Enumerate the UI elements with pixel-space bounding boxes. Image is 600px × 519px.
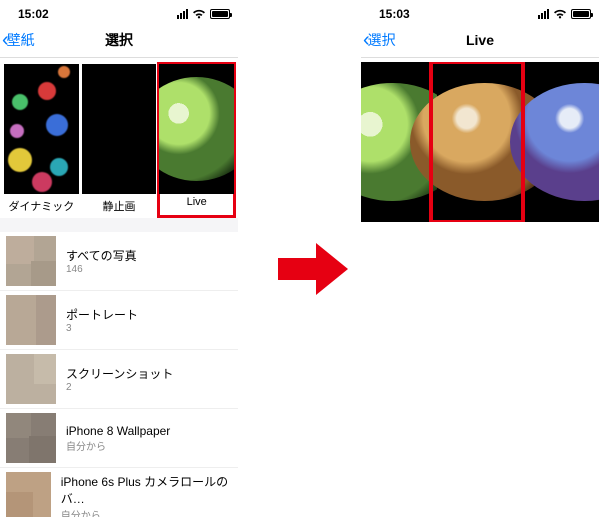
- wallpaper-categories: ダイナミック 静止画 Live: [0, 58, 238, 218]
- arrow-right-icon: [278, 258, 316, 280]
- album-row[interactable]: ポートレート 3: [0, 291, 238, 350]
- category-label: Live: [159, 196, 234, 208]
- thumbnail-live: [159, 64, 234, 194]
- album-count: 146: [66, 264, 137, 275]
- album-thumbnail: [6, 295, 56, 345]
- category-live[interactable]: Live: [159, 64, 234, 216]
- wallpaper-item[interactable]: [537, 68, 599, 216]
- wifi-icon: [553, 9, 567, 19]
- album-thumbnail: [6, 413, 56, 463]
- phone-right: 15:03 ‹ 選択 Live: [361, 2, 599, 517]
- album-row[interactable]: すべての写真 146: [0, 232, 238, 291]
- phone-left: 15:02 ‹ 壁紙 選択 ダイナミック: [0, 2, 238, 517]
- status-bar: 15:02: [0, 2, 238, 22]
- album-count: 2: [66, 382, 173, 393]
- battery-icon: [210, 9, 230, 19]
- thumbnail-dynamic: [4, 64, 79, 194]
- album-name: iPhone 6s Plus カメラロールのバ…: [61, 473, 232, 507]
- album-count: 自分から: [66, 438, 170, 453]
- cellular-icon: [177, 9, 188, 19]
- status-bar: 15:03: [361, 2, 599, 22]
- album-name: ポートレート: [66, 306, 138, 323]
- section-divider: [0, 218, 238, 232]
- album-thumbnail: [6, 354, 56, 404]
- albums-list: すべての写真 146 ポートレート 3 スクリーンショット 2: [0, 232, 238, 517]
- status-icons: [177, 9, 230, 19]
- album-name: すべての写真: [66, 247, 137, 264]
- album-name: スクリーンショット: [66, 365, 173, 382]
- live-wallpaper-carousel[interactable]: [361, 62, 599, 222]
- album-count: 自分から: [61, 507, 232, 518]
- album-name: iPhone 8 Wallpaper: [66, 424, 170, 438]
- status-icons: [538, 9, 591, 19]
- status-time: 15:02: [18, 7, 49, 21]
- thumbnail-still: [82, 64, 157, 194]
- album-count: 3: [66, 323, 138, 334]
- wifi-icon: [192, 9, 206, 19]
- category-still[interactable]: 静止画: [82, 64, 157, 216]
- cellular-icon: [538, 9, 549, 19]
- status-time: 15:03: [379, 7, 410, 21]
- album-row[interactable]: iPhone 8 Wallpaper 自分から: [0, 409, 238, 468]
- album-row[interactable]: スクリーンショット 2: [0, 350, 238, 409]
- battery-icon: [571, 9, 591, 19]
- category-label: ダイナミック: [4, 198, 79, 214]
- category-label: 静止画: [82, 198, 157, 214]
- nav-title: 選択: [0, 30, 238, 50]
- album-thumbnail: [6, 472, 51, 517]
- highlight-box: [429, 62, 525, 222]
- nav-bar: ‹ 選択 Live: [361, 22, 599, 58]
- album-row[interactable]: iPhone 6s Plus カメラロールのバ… 自分から: [0, 468, 238, 517]
- category-dynamic[interactable]: ダイナミック: [4, 64, 79, 216]
- album-thumbnail: [6, 236, 56, 286]
- nav-title: Live: [361, 32, 599, 48]
- nav-bar: ‹ 壁紙 選択: [0, 22, 238, 58]
